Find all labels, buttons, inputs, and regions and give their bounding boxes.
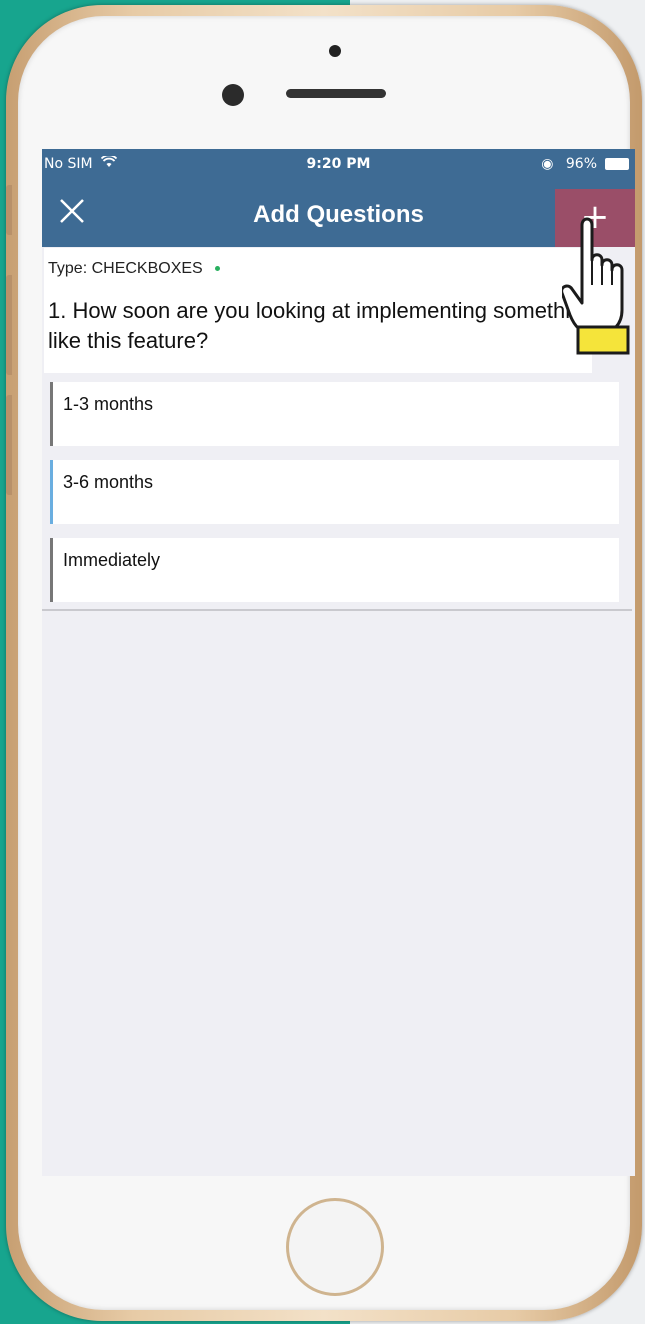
battery-icon <box>605 158 629 170</box>
option-label: 3-6 months <box>63 472 154 492</box>
app-screen: No SIM 9:20 PM ◉ 96% Add Questions + Typ… <box>42 149 635 1176</box>
nav-bar: Add Questions + <box>42 181 635 247</box>
battery-group: ◉ 96% <box>541 156 597 172</box>
status-dot <box>214 266 220 272</box>
question-text: 1. How soon are you looking at implement… <box>48 298 595 353</box>
volume-up-button <box>6 275 12 375</box>
question-type: Type: CHECKBOXES <box>48 260 220 278</box>
list-divider <box>42 609 632 611</box>
option-1[interactable]: 1-3 months <box>50 382 619 446</box>
sensor-dot <box>329 45 341 57</box>
question-type-label: Type: CHECKBOXES <box>48 260 203 277</box>
rotation-lock-icon: ◉ <box>541 156 554 172</box>
option-2[interactable]: 3-6 months <box>50 460 619 524</box>
question-card[interactable]: Type: CHECKBOXES 1. How soon are you loo… <box>44 248 595 373</box>
option-3[interactable]: Immediately <box>50 538 619 602</box>
battery-percent: 96% <box>565 156 597 172</box>
phone-frame: No SIM 9:20 PM ◉ 96% Add Questions + Typ… <box>6 5 642 1321</box>
status-bar: No SIM 9:20 PM ◉ 96% <box>42 149 635 181</box>
mute-switch <box>6 185 12 235</box>
front-camera <box>222 84 244 106</box>
option-label: 1-3 months <box>63 394 154 414</box>
earpiece-speaker <box>286 89 386 98</box>
volume-down-button <box>6 395 12 495</box>
pointer-hand-icon <box>560 215 642 355</box>
page-title: Add Questions <box>253 201 424 228</box>
home-button[interactable] <box>286 1198 384 1296</box>
option-label: Immediately <box>63 550 161 570</box>
